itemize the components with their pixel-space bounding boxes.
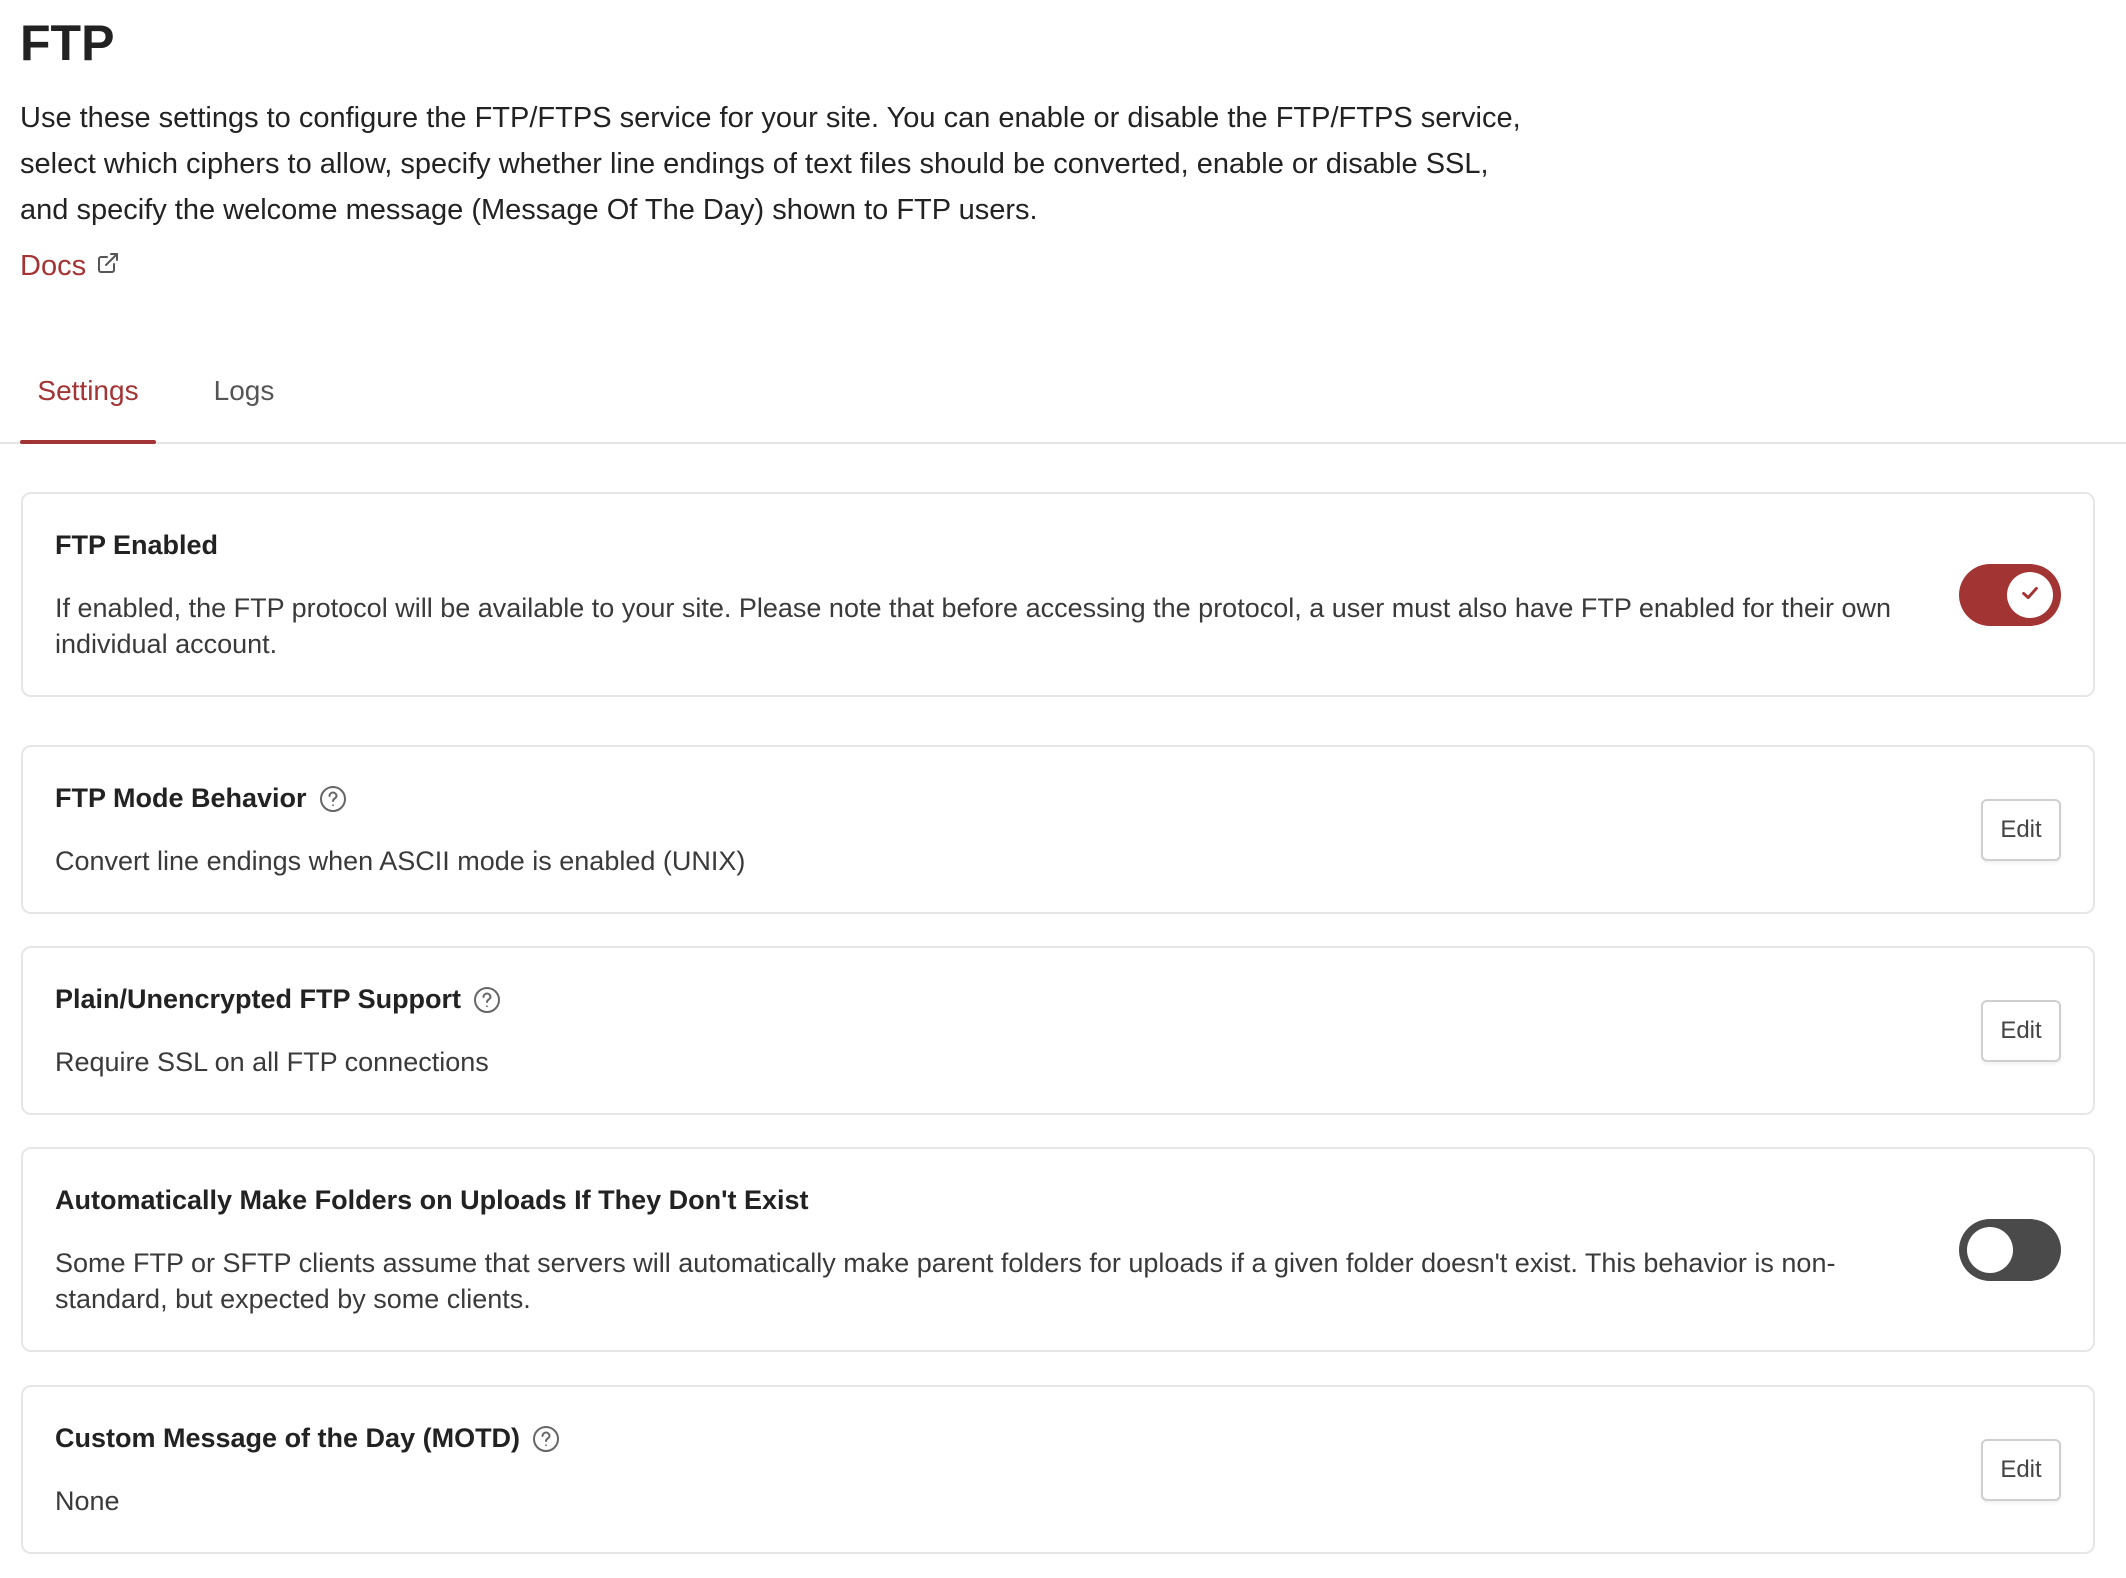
tab-settings[interactable]: Settings <box>20 360 156 444</box>
tab-bar: Settings Logs <box>0 360 2126 444</box>
ftp-enabled-toggle[interactable] <box>1959 564 2061 626</box>
setting-card-ftp-mode-behavior: FTP Mode Behavior Convert line endings w… <box>21 745 2095 914</box>
help-icon[interactable] <box>319 785 347 813</box>
setting-card-custom-motd: Custom Message of the Day (MOTD) None Ed… <box>21 1385 2095 1554</box>
setting-title: Automatically Make Folders on Uploads If… <box>55 1185 809 1216</box>
docs-link[interactable]: Docs <box>20 250 120 283</box>
page-description: Use these settings to configure the FTP/… <box>20 102 1521 226</box>
tab-logs[interactable]: Logs <box>200 360 288 442</box>
auto-make-folders-toggle[interactable] <box>1959 1219 2061 1281</box>
plain-ftp-edit-button[interactable]: Edit <box>1981 1000 2061 1062</box>
ftp-settings-page: FTP Use these settings to configure the … <box>0 0 2126 1578</box>
setting-title: Plain/Unencrypted FTP Support <box>55 984 501 1015</box>
setting-description: Require SSL on all FTP connections <box>55 1047 489 1077</box>
motd-edit-button[interactable]: Edit <box>1981 1439 2061 1501</box>
setting-title-label: FTP Enabled <box>55 530 219 560</box>
setting-card-ftp-enabled: FTP Enabled If enabled, the FTP protocol… <box>21 492 2095 697</box>
setting-title: FTP Enabled <box>55 530 218 561</box>
setting-title: FTP Mode Behavior <box>55 783 347 814</box>
setting-title-label: Plain/Unencrypted FTP Support <box>55 984 462 1014</box>
setting-description: None <box>55 1486 120 1516</box>
help-icon[interactable] <box>473 986 501 1014</box>
toggle-knob <box>1967 1227 2013 1273</box>
setting-description: If enabled, the FTP protocol will be ava… <box>55 593 1892 659</box>
setting-card-plain-ftp-support: Plain/Unencrypted FTP Support Require SS… <box>21 946 2095 1115</box>
setting-title: Custom Message of the Day (MOTD) <box>55 1423 560 1454</box>
setting-card-auto-make-folders: Automatically Make Folders on Uploads If… <box>21 1147 2095 1352</box>
docs-link-label: Docs <box>20 250 87 282</box>
page-title: FTP <box>20 15 115 71</box>
setting-title-label: Automatically Make Folders on Uploads If… <box>55 1185 809 1215</box>
setting-title-label: Custom Message of the Day (MOTD) <box>55 1423 521 1453</box>
checkmark-icon <box>2019 582 2041 609</box>
setting-title-label: FTP Mode Behavior <box>55 783 307 813</box>
external-link-icon <box>96 250 120 283</box>
setting-description: Some FTP or SFTP clients assume that ser… <box>55 1248 1836 1314</box>
help-icon[interactable] <box>532 1425 560 1453</box>
toggle-knob <box>2007 572 2053 618</box>
setting-description: Convert line endings when ASCII mode is … <box>55 846 746 876</box>
ftp-mode-edit-button[interactable]: Edit <box>1981 799 2061 861</box>
